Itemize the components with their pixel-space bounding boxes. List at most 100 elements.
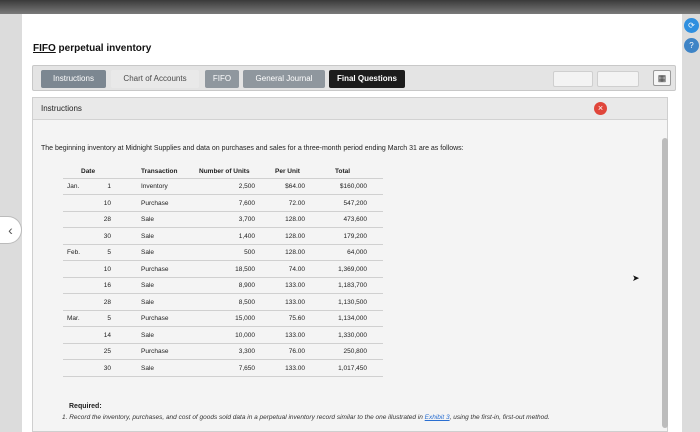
- page-title: FIFO perpetual inventory: [33, 43, 152, 54]
- cell-units: 3,700: [238, 216, 255, 223]
- cell-per-unit: 133.00: [285, 364, 305, 372]
- close-icon[interactable]: ×: [594, 102, 607, 115]
- panel-scrollbar[interactable]: [662, 138, 668, 428]
- cell-units: 2,500: [238, 183, 255, 190]
- header-date: Date: [81, 168, 96, 175]
- tab-final-questions[interactable]: Final Questions: [329, 70, 405, 88]
- cell-units: 8,500: [238, 298, 255, 306]
- cell-units: 8,900: [238, 282, 255, 289]
- cell-total: 1,134,000: [338, 315, 367, 322]
- cell-transaction: Sale: [141, 364, 155, 372]
- cell-transaction: Sale: [141, 249, 155, 256]
- cell-day: 30: [103, 364, 111, 372]
- header-divider: [63, 178, 383, 179]
- cell-units: 18,500: [235, 265, 255, 273]
- grid-icon[interactable]: ▦: [653, 70, 671, 86]
- cell-units: 10,000: [235, 331, 255, 339]
- cell-total: 1,130,500: [338, 298, 367, 306]
- cell-per-unit: 133.00: [285, 282, 305, 289]
- row-divider: [63, 309, 383, 311]
- tab-instructions[interactable]: Instructions: [41, 70, 106, 88]
- cell-per-unit: 128.00: [285, 216, 305, 223]
- inventory-table: Date Transaction Number of Units Per Uni…: [53, 168, 403, 380]
- panel-header-label: Instructions: [41, 104, 82, 113]
- tab-chart-of-accounts[interactable]: Chart of Accounts: [111, 70, 199, 88]
- assignment-page: FIFO perpetual inventory Instructions Ch…: [22, 14, 682, 432]
- cell-month: Jan.: [67, 183, 80, 190]
- cell-day: 5: [107, 249, 111, 256]
- required-label: Required:: [69, 403, 102, 410]
- previous-page-icon[interactable]: ‹: [0, 216, 22, 244]
- cell-total: 179,200: [343, 232, 368, 240]
- mouse-cursor-icon: ➤: [632, 273, 640, 283]
- cell-per-unit: 72.00: [288, 199, 305, 207]
- header-units: Number of Units: [199, 168, 250, 175]
- cell-transaction: Sale: [141, 216, 155, 223]
- cell-transaction: Sale: [141, 232, 155, 240]
- cell-day: 28: [103, 216, 111, 223]
- cell-units: 7,650: [238, 364, 255, 372]
- cell-month: Feb.: [67, 249, 81, 256]
- help-icon[interactable]: ?: [684, 38, 699, 53]
- cell-units: 1,400: [238, 232, 255, 240]
- cell-transaction: Sale: [141, 298, 155, 306]
- refresh-icon[interactable]: ⟳: [684, 18, 699, 33]
- cell-transaction: Purchase: [141, 348, 169, 355]
- cell-day: 30: [103, 232, 111, 240]
- cell-total: 473,600: [343, 216, 368, 223]
- cell-total: 1,369,000: [338, 265, 367, 273]
- row-divider: [63, 194, 383, 195]
- header-per-unit: Per Unit: [275, 168, 300, 175]
- cell-per-unit: 76.00: [288, 348, 305, 355]
- row-divider: [63, 375, 383, 377]
- cell-transaction: Sale: [141, 282, 155, 289]
- requirement-1: 1. Record the inventory, purchases, and …: [62, 414, 550, 421]
- row-divider: [63, 260, 383, 261]
- cell-transaction: Purchase: [141, 265, 169, 273]
- row-divider: [63, 293, 383, 294]
- cell-per-unit: 133.00: [285, 298, 305, 306]
- cell-day: 28: [103, 298, 111, 306]
- cell-day: 14: [103, 331, 111, 339]
- row-divider: [63, 342, 383, 344]
- cell-transaction: Sale: [141, 331, 155, 339]
- instructions-panel: Instructions × The beginning inventory a…: [32, 97, 668, 432]
- cell-units: 3,300: [238, 348, 255, 355]
- cell-per-unit: $64.00: [285, 183, 305, 190]
- browser-top-strip: [0, 0, 700, 14]
- cell-transaction: Inventory: [141, 183, 168, 190]
- cell-day: 1: [107, 183, 111, 190]
- row-divider: [63, 243, 383, 245]
- cell-units: 7,600: [238, 199, 255, 207]
- cell-total: $160,000: [339, 183, 367, 190]
- cell-day: 25: [103, 348, 111, 355]
- header-transaction: Transaction: [141, 168, 178, 175]
- right-toolbar: ⟳ ?: [683, 14, 700, 74]
- cell-day: 5: [107, 315, 111, 322]
- cell-per-unit: 75.60: [288, 315, 305, 322]
- cell-per-unit: 128.00: [285, 249, 305, 256]
- cell-total: 1,183,700: [338, 282, 367, 289]
- blank-tab-slot: [597, 71, 639, 87]
- cell-day: 10: [103, 265, 111, 273]
- cell-total: 1,017,450: [338, 364, 367, 372]
- cell-month: Mar.: [67, 315, 80, 322]
- panel-header: Instructions ×: [33, 98, 667, 120]
- blank-tab-slot: [553, 71, 593, 87]
- cell-day: 10: [103, 199, 111, 207]
- row-divider: [63, 326, 383, 327]
- row-divider: [63, 227, 383, 228]
- tab-general-journal[interactable]: General Journal: [243, 70, 325, 88]
- exhibit-link[interactable]: Exhibit 3: [425, 414, 450, 421]
- row-divider: [63, 210, 383, 212]
- tab-fifo[interactable]: FIFO: [205, 70, 239, 88]
- cell-units: 500: [244, 249, 255, 256]
- tab-bar: Instructions Chart of Accounts FIFO Gene…: [32, 65, 676, 91]
- cell-per-unit: 128.00: [285, 232, 305, 240]
- cell-total: 1,330,000: [338, 331, 367, 339]
- cell-units: 15,000: [235, 315, 255, 322]
- cell-transaction: Purchase: [141, 199, 169, 207]
- screen: FIFO perpetual inventory Instructions Ch…: [0, 0, 700, 432]
- cell-transaction: Purchase: [141, 315, 169, 322]
- header-total: Total: [335, 168, 351, 175]
